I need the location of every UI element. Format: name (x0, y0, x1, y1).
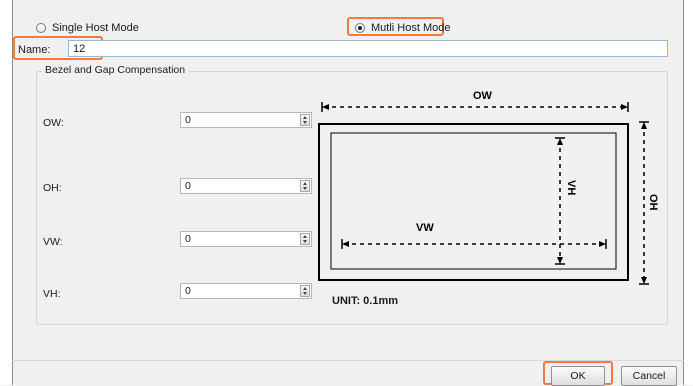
window-frame-left (0, 0, 12, 385)
window-frame-right (684, 0, 693, 385)
ow-label: OW: (43, 117, 64, 129)
cancel-button[interactable]: Cancel (621, 366, 677, 386)
vh-spinbox[interactable]: 0 (180, 283, 312, 299)
vw-diagram-label: VW (416, 222, 434, 234)
group-title: Bezel and Gap Compensation (42, 64, 189, 76)
ow-diagram-label: OW (473, 90, 493, 102)
oh-diagram-label: OH (647, 194, 659, 211)
multi-host-radio[interactable] (355, 23, 365, 33)
vw-spin-arrows-icon[interactable] (300, 233, 310, 245)
window-border-right (683, 0, 684, 385)
name-label: Name: (18, 44, 51, 56)
multi-host-mode-option[interactable]: Mutli Host Mode (355, 22, 450, 34)
vh-label: VH: (43, 288, 61, 300)
multi-host-label: Mutli Host Mode (371, 22, 451, 34)
name-field[interactable] (68, 40, 668, 57)
unit-label: UNIT: 0.1mm (332, 295, 399, 307)
single-host-label: Single Host Mode (52, 22, 139, 34)
ow-value: 0 (185, 114, 191, 126)
ow-spin-arrows-icon[interactable] (300, 114, 310, 126)
vh-diagram-label: VH (565, 180, 577, 195)
inner-rect (330, 132, 617, 270)
compensation-diagram: OW VH VW OH (318, 90, 659, 285)
vw-spinbox[interactable]: 0 (180, 231, 312, 247)
vh-value: 0 (185, 285, 191, 297)
ow-spinbox[interactable]: 0 (180, 112, 312, 128)
single-host-mode-option[interactable]: Single Host Mode (36, 22, 139, 34)
oh-spin-arrows-icon[interactable] (300, 180, 310, 192)
ok-button[interactable]: OK (551, 366, 605, 386)
oh-value: 0 (185, 180, 191, 192)
oh-label: OH: (43, 182, 62, 194)
single-host-radio[interactable] (36, 23, 46, 33)
ow-dimension (321, 102, 629, 112)
vw-dimension (341, 239, 607, 249)
outer-rect (318, 123, 629, 281)
vh-dimension (555, 137, 565, 265)
vw-label: VW: (43, 236, 63, 248)
vh-spin-arrows-icon[interactable] (300, 285, 310, 297)
vw-value: 0 (185, 233, 191, 245)
oh-spinbox[interactable]: 0 (180, 178, 312, 194)
